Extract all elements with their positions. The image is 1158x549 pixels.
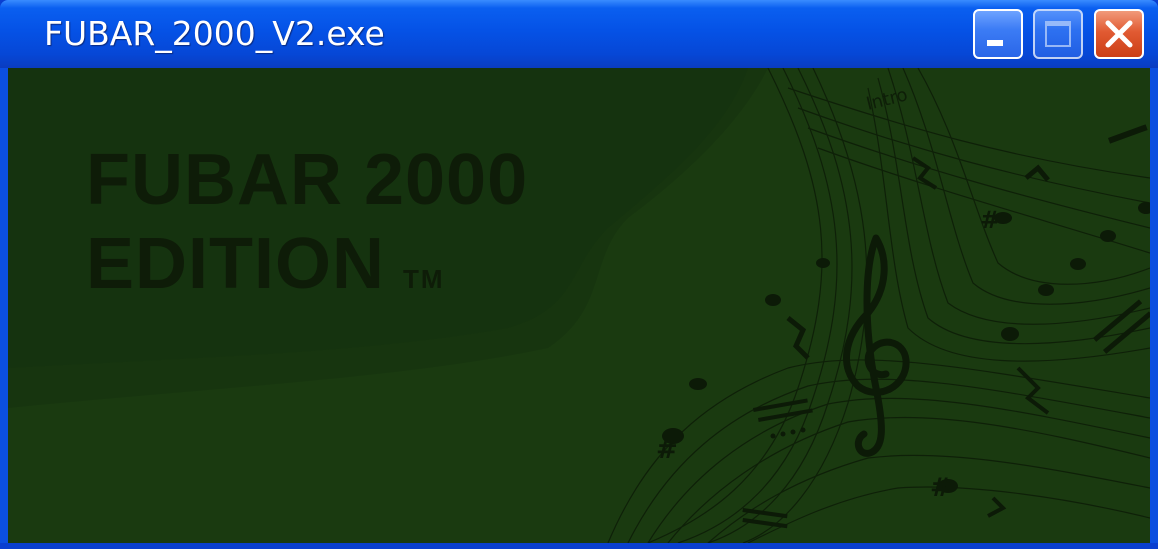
splash-area: # # # Intro FUBAR 2000 EDITION TM	[8, 68, 1150, 543]
trademark-symbol: TM	[403, 264, 445, 294]
splash-title: FUBAR 2000 EDITION TM	[86, 138, 528, 321]
svg-text:#: #	[930, 473, 952, 503]
splash-title-line2-wrapper: EDITION TM	[86, 222, 528, 321]
window-bottom-border	[0, 543, 1158, 549]
window-title: FUBAR_2000_V2.exe	[44, 14, 385, 53]
minimize-button[interactable]	[973, 9, 1023, 59]
maximize-icon	[1045, 21, 1071, 47]
staff-annotation: Intro	[864, 84, 910, 114]
minimize-icon	[987, 40, 1003, 46]
splash-title-line1: FUBAR 2000	[86, 140, 529, 220]
svg-text:#: #	[656, 435, 678, 465]
app-window: FUBAR_2000_V2.exe # # # Intro FUBAR 2000…	[0, 0, 1158, 549]
splash-title-line2: EDITION	[86, 224, 386, 304]
svg-text:#: #	[980, 206, 1000, 234]
close-icon	[1105, 20, 1133, 48]
music-notes: # # #	[656, 124, 1150, 529]
maximize-button[interactable]	[1033, 9, 1083, 59]
close-button[interactable]	[1094, 9, 1144, 59]
title-bar[interactable]: FUBAR_2000_V2.exe	[0, 0, 1158, 68]
